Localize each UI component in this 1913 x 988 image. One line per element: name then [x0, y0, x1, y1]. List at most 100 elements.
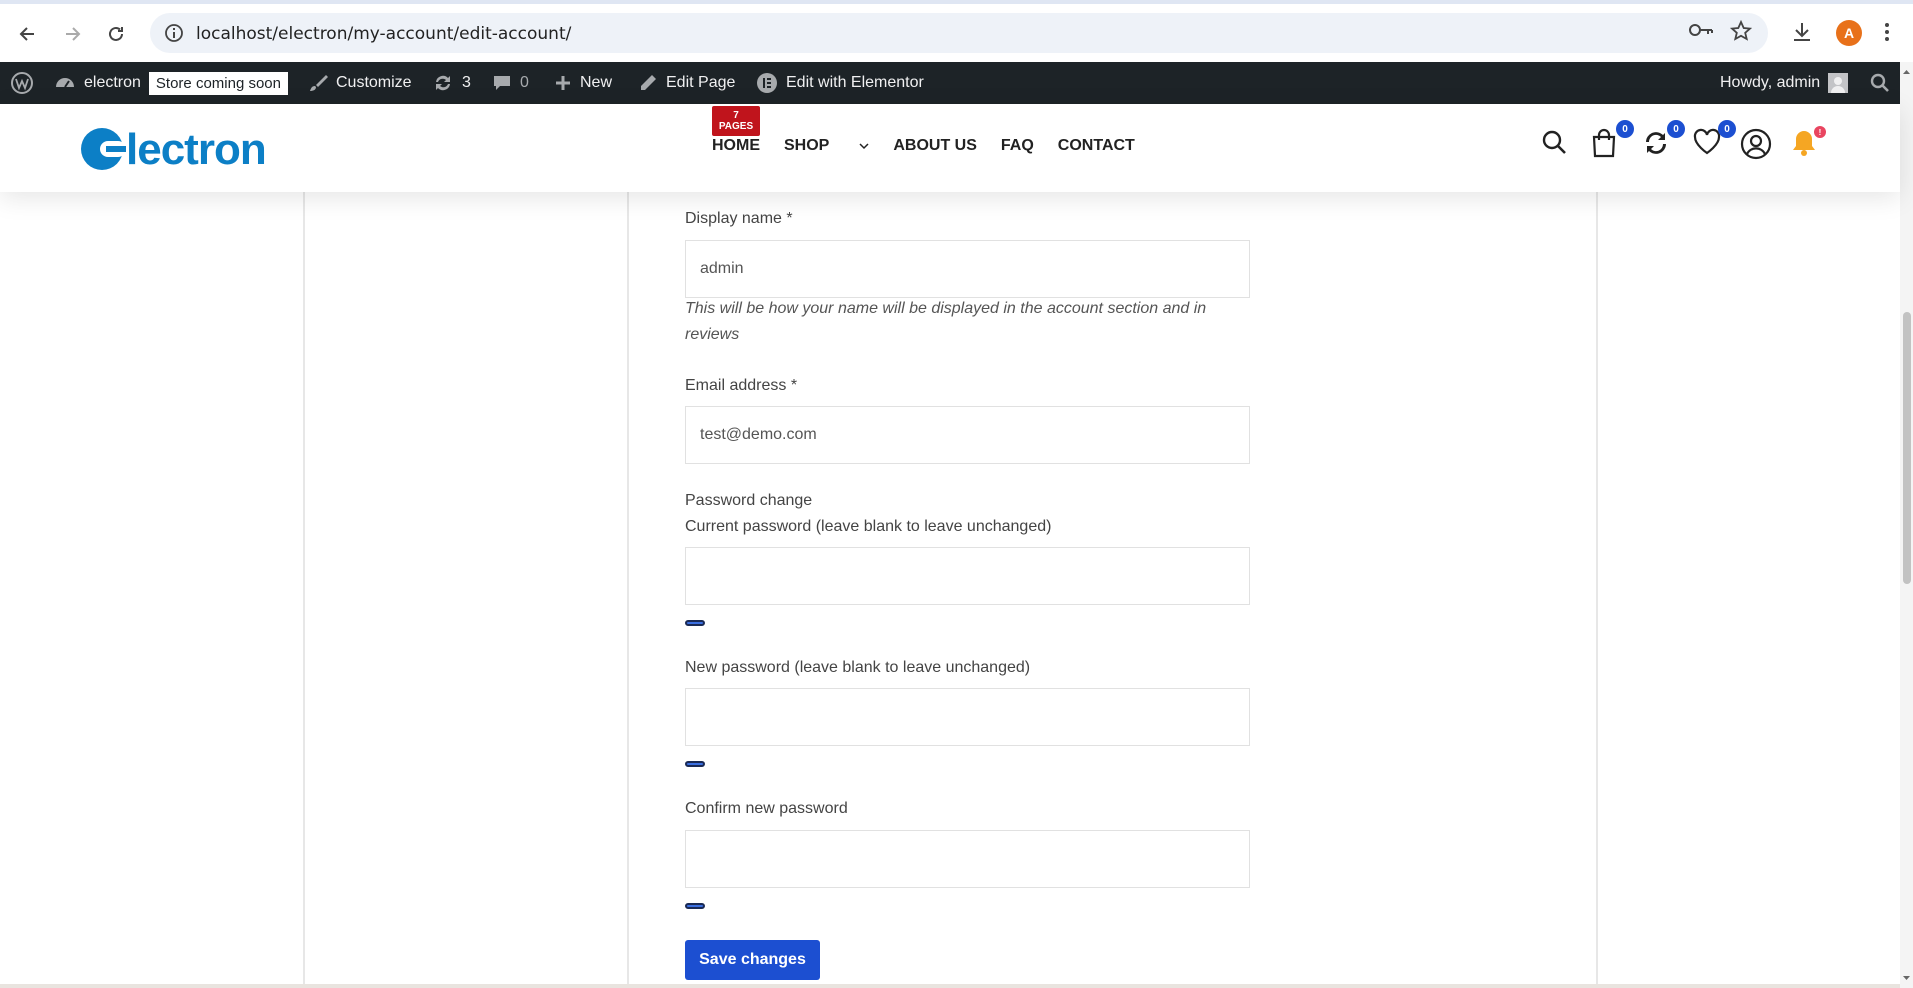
- wordpress-icon: [11, 72, 33, 94]
- menu-item-home[interactable]: HOME: [712, 137, 760, 155]
- column-divider-right: [1596, 192, 1598, 988]
- header-cart-button[interactable]: 0: [1590, 120, 1634, 162]
- password-key-icon[interactable]: [1688, 20, 1714, 45]
- edit-with-elementor-link[interactable]: Edit with Elementor: [756, 62, 924, 104]
- main-menu: HOME SHOP ABOUT US FAQ CONTACT: [712, 137, 1159, 155]
- wishlist-count-badge: 0: [1718, 120, 1736, 138]
- site-info-icon[interactable]: [164, 23, 184, 48]
- header-notifications-button[interactable]: !: [1790, 126, 1826, 162]
- edit-elementor-label: Edit with Elementor: [786, 74, 924, 91]
- back-button[interactable]: [12, 18, 44, 50]
- admin-search-button[interactable]: [1870, 62, 1890, 104]
- menu-item-faq[interactable]: FAQ: [1001, 137, 1034, 155]
- user-avatar-icon: [1828, 73, 1849, 93]
- bookmark-star-icon[interactable]: [1729, 19, 1753, 47]
- logo-text: lectron: [126, 125, 266, 174]
- email-input[interactable]: [685, 406, 1250, 464]
- address-bar[interactable]: localhost/electron/my-account/edit-accou…: [150, 13, 1768, 53]
- updates-icon: [436, 75, 450, 91]
- pages-badge-label: PAGES: [718, 121, 754, 132]
- forward-button[interactable]: [56, 18, 88, 50]
- url-text: localhost/electron/my-account/edit-accou…: [196, 24, 572, 44]
- new-password-label: New password (leave blank to leave uncha…: [685, 659, 1031, 676]
- browser-toolbar: localhost/electron/my-account/edit-accou…: [0, 0, 1913, 62]
- wp-admin-bar: electron Store coming soon Customize 3 0…: [0, 62, 1913, 104]
- site-logo[interactable]: lectron: [80, 122, 270, 187]
- chevron-down-icon: [859, 143, 869, 150]
- my-account-menu[interactable]: Howdy, admin: [1720, 62, 1849, 104]
- scroll-down-arrow-icon[interactable]: [1900, 972, 1913, 984]
- pages-badge-count: 7: [733, 110, 739, 121]
- show-confirm-password-toggle[interactable]: [685, 903, 705, 909]
- notification-dot: !: [1814, 126, 1826, 138]
- search-icon: [1870, 73, 1889, 92]
- current-password-input[interactable]: [685, 547, 1250, 605]
- new-label: New: [580, 74, 613, 91]
- column-divider-left: [303, 192, 305, 988]
- profile-avatar[interactable]: A: [1836, 20, 1862, 46]
- column-divider-middle: [627, 192, 629, 988]
- updates-count: 3: [462, 74, 471, 91]
- display-name-label: Display name *: [685, 210, 793, 227]
- comments-count: 0: [520, 74, 529, 91]
- search-icon: [1542, 130, 1566, 154]
- paintbrush-icon: [310, 75, 328, 91]
- header-search-button[interactable]: [1540, 128, 1574, 162]
- compare-arrows-icon: [1646, 132, 1666, 154]
- elementor-icon: [757, 73, 777, 93]
- email-label: Email address *: [685, 377, 798, 394]
- arrow-left-icon: [19, 27, 34, 41]
- edit-page-link[interactable]: Edit Page: [638, 62, 735, 104]
- heart-icon: [1693, 128, 1721, 155]
- reload-icon: [109, 26, 123, 41]
- menu-item-contact[interactable]: CONTACT: [1058, 137, 1135, 155]
- arrow-right-icon: [66, 27, 81, 41]
- dashboard-gauge-icon: [56, 78, 74, 88]
- display-name-hint: This will be how your name will be displ…: [685, 300, 1207, 343]
- user-circle-icon: [1740, 128, 1772, 160]
- save-changes-button[interactable]: Save changes: [685, 940, 820, 980]
- header-wishlist-button[interactable]: 0: [1692, 120, 1736, 162]
- pencil-icon: [641, 75, 656, 90]
- menu-item-about[interactable]: ABOUT US: [893, 137, 977, 155]
- password-change-heading: Password change: [685, 492, 813, 509]
- show-new-password-toggle[interactable]: [685, 761, 705, 767]
- wordpress-logo-button[interactable]: [10, 62, 34, 104]
- site-header: lectron 7 PAGES HOME SHOP ABOUT US FAQ C…: [0, 104, 1900, 192]
- edit-page-label: Edit Page: [666, 74, 736, 91]
- comment-bubble-icon: [494, 76, 510, 90]
- menu-item-shop[interactable]: SHOP: [784, 137, 869, 155]
- site-name: electron: [84, 74, 141, 91]
- customize-link[interactable]: Customize: [308, 62, 412, 104]
- electron-logo-icon: lectron: [81, 125, 267, 174]
- site-name-menu[interactable]: electron Store coming soon: [54, 62, 288, 104]
- cart-count-badge: 0: [1616, 120, 1634, 138]
- new-content-link[interactable]: New: [554, 62, 612, 104]
- new-password-input[interactable]: [685, 688, 1250, 746]
- howdy-text: Howdy, admin: [1720, 74, 1821, 91]
- reload-button[interactable]: [100, 18, 132, 50]
- store-coming-soon-badge[interactable]: Store coming soon: [148, 71, 288, 95]
- scroll-up-arrow-icon[interactable]: [1900, 66, 1913, 78]
- comments-link[interactable]: 0: [492, 62, 529, 104]
- header-compare-button[interactable]: 0: [1641, 120, 1685, 162]
- scrollbar-thumb[interactable]: [1903, 312, 1911, 584]
- compare-count-badge: 0: [1667, 120, 1685, 138]
- menu-item-shop-label: SHOP: [784, 137, 830, 154]
- account-content: Display name * This will be how your nam…: [0, 192, 1900, 988]
- header-account-button[interactable]: [1740, 128, 1774, 162]
- download-icon[interactable]: [1790, 20, 1814, 49]
- current-password-label: Current password (leave blank to leave u…: [685, 518, 1052, 535]
- tab-strip-edge: [0, 0, 1913, 4]
- confirm-password-input[interactable]: [685, 830, 1250, 888]
- display-name-input[interactable]: [685, 240, 1250, 298]
- more-menu-icon[interactable]: [1884, 22, 1890, 47]
- bottom-edge: [0, 984, 1900, 988]
- confirm-password-label: Confirm new password: [685, 800, 848, 817]
- plus-icon: [556, 76, 570, 90]
- show-password-toggle[interactable]: [685, 620, 705, 626]
- shopping-bag-icon: [1592, 128, 1616, 158]
- customize-label: Customize: [336, 74, 412, 91]
- page-scrollbar[interactable]: [1900, 62, 1913, 988]
- updates-link[interactable]: 3: [432, 62, 471, 104]
